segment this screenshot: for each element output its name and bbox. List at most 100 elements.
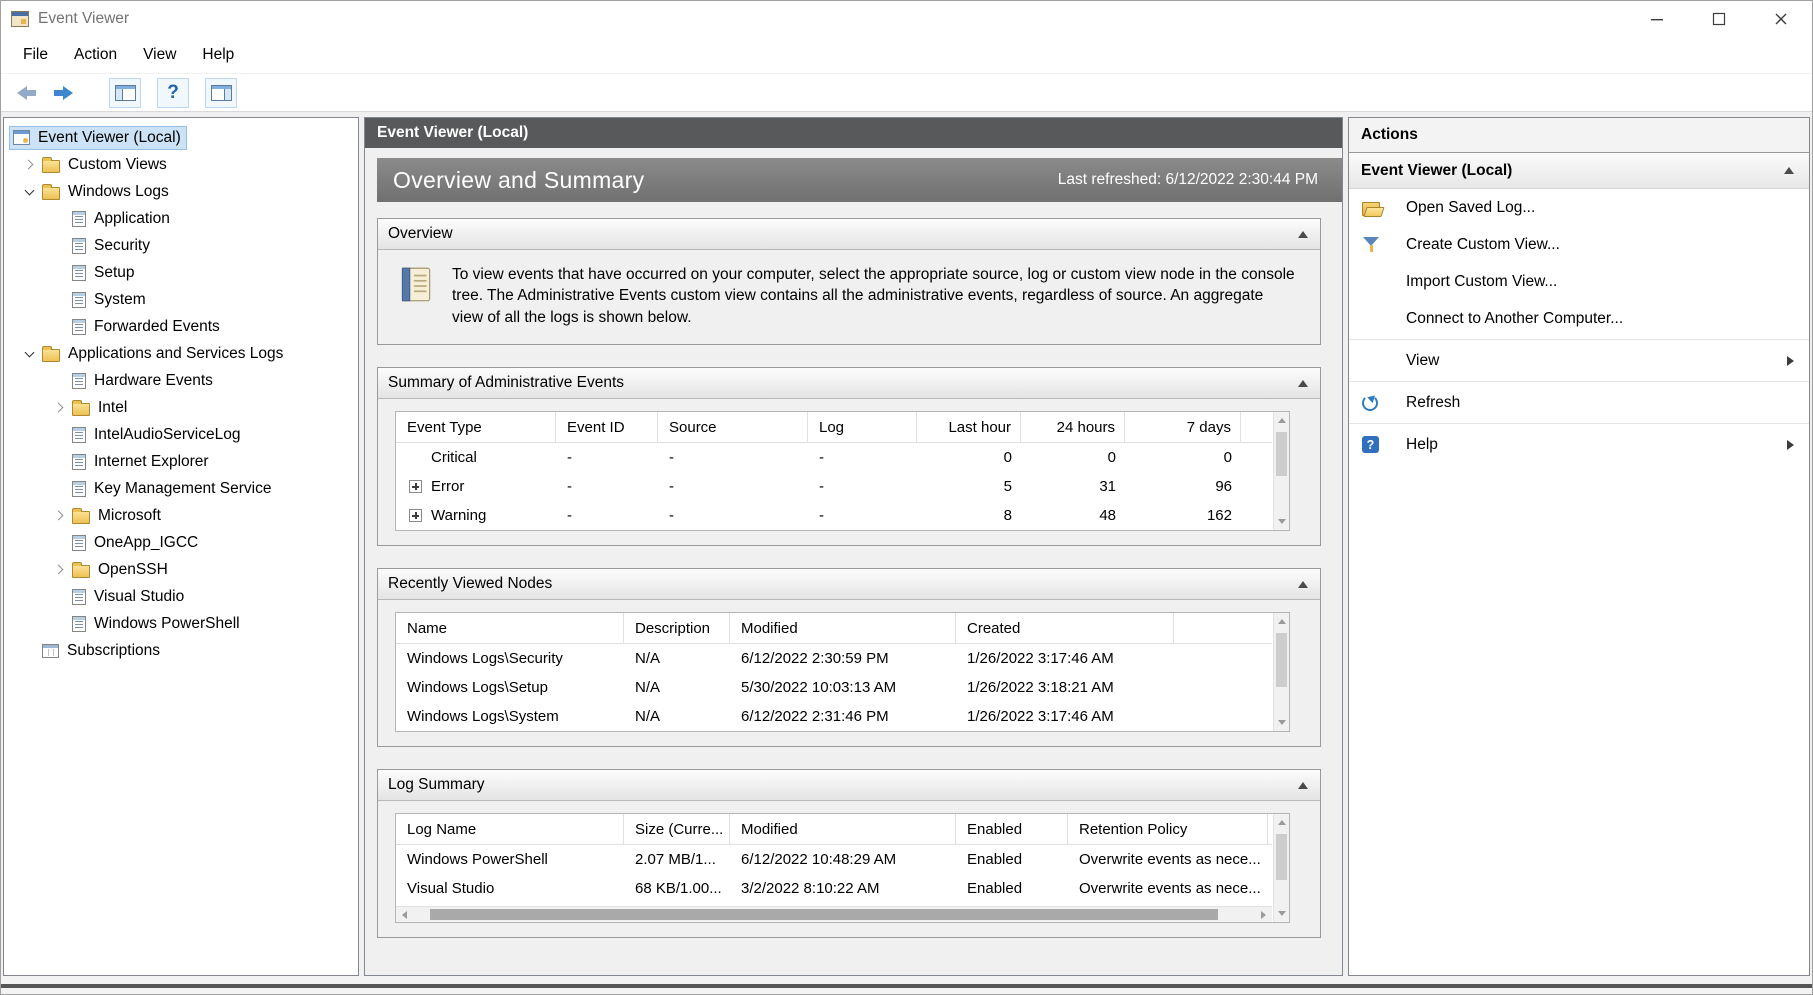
vertical-scrollbar[interactable]: [1273, 613, 1289, 731]
tree-item-microsoft[interactable]: Microsoft: [4, 502, 358, 529]
tree-item-hardware-events[interactable]: Hardware Events: [4, 367, 358, 394]
table-row[interactable]: Windows Logs\Security N/A 6/12/2022 2:30…: [396, 644, 1272, 673]
tree-item-security[interactable]: Security: [4, 232, 358, 259]
action-view[interactable]: View: [1349, 342, 1809, 379]
expand-plus-icon[interactable]: [409, 509, 422, 522]
event-viewer-window: Event Viewer File Action View Help Event…: [0, 0, 1813, 995]
tree-item-visual-studio[interactable]: Visual Studio: [4, 583, 358, 610]
overview-section-header[interactable]: Overview: [378, 219, 1320, 250]
vertical-scrollbar[interactable]: [1273, 412, 1289, 530]
column-header[interactable]: Event Type: [396, 412, 556, 442]
column-header[interactable]: Modified: [730, 613, 956, 643]
close-button[interactable]: [1750, 1, 1812, 37]
column-header[interactable]: Log Name: [396, 814, 624, 844]
tree-item-setup[interactable]: Setup: [4, 259, 358, 286]
menu-view[interactable]: View: [130, 39, 189, 71]
action-create-custom-view[interactable]: Create Custom View...: [1349, 226, 1809, 263]
actions-section-header[interactable]: Event Viewer (Local): [1349, 153, 1809, 189]
table-row-critical[interactable]: Critical - - - 0 0 0: [396, 443, 1272, 472]
tree-item-custom-views[interactable]: Custom Views: [4, 151, 358, 178]
table-row-error[interactable]: Error - - - 5 31 96: [396, 472, 1272, 501]
tree-item-applications-and-services-logs[interactable]: Applications and Services Logs: [4, 340, 358, 367]
vertical-scrollbar[interactable]: [1273, 814, 1289, 922]
chevron-right-icon[interactable]: [46, 502, 72, 529]
collapse-arrow-icon: [1298, 380, 1308, 387]
admin-events-section-header[interactable]: Summary of Administrative Events: [378, 368, 1320, 399]
action-help[interactable]: Help: [1349, 426, 1809, 463]
expand-plus-icon[interactable]: [409, 480, 422, 493]
recent-nodes-section-header[interactable]: Recently Viewed Nodes: [378, 569, 1320, 600]
action-import-custom-view[interactable]: Import Custom View...: [1349, 263, 1809, 300]
column-header[interactable]: Event ID: [556, 412, 658, 442]
column-header[interactable]: Retention Policy: [1068, 814, 1268, 844]
menu-action[interactable]: Action: [61, 39, 130, 71]
maximize-button[interactable]: [1688, 1, 1750, 37]
tree-item-windows-logs[interactable]: Windows Logs: [4, 178, 358, 205]
column-header[interactable]: Name: [396, 613, 624, 643]
tree-item-key-management-service[interactable]: Key Management Service: [4, 475, 358, 502]
log-summary-section-header[interactable]: Log Summary: [378, 770, 1320, 801]
action-label: View: [1406, 352, 1439, 370]
table-row-warning[interactable]: Warning - - - 8 48 162: [396, 501, 1272, 530]
help-toolbar-button[interactable]: [157, 78, 189, 108]
scrollbar-thumb[interactable]: [1276, 432, 1287, 476]
cell: Overwrite events as nece...: [1068, 880, 1268, 897]
column-header[interactable]: Last hour: [917, 412, 1021, 442]
tree-item-windows-powershell[interactable]: Windows PowerShell: [4, 610, 358, 637]
tree-item-intel[interactable]: Intel: [4, 394, 358, 421]
show-console-tree-button[interactable]: [109, 78, 141, 108]
column-header[interactable]: Size (Curre...: [624, 814, 730, 844]
chevron-down-icon[interactable]: [16, 178, 42, 205]
tree-item-application[interactable]: Application: [4, 205, 358, 232]
column-header[interactable]: Enabled: [956, 814, 1068, 844]
show-action-pane-button[interactable]: [205, 78, 237, 108]
cell: Visual Studio: [396, 880, 624, 897]
help-icon: [167, 82, 179, 104]
tree-item-forwarded-events[interactable]: Forwarded Events: [4, 313, 358, 340]
menu-file[interactable]: File: [10, 39, 61, 71]
tree-item-oneapp-igcc[interactable]: OneApp_IGCC: [4, 529, 358, 556]
collapse-arrow-icon: [1784, 167, 1794, 174]
tree-item-openssh[interactable]: OpenSSH: [4, 556, 358, 583]
column-header[interactable]: 7 days: [1125, 412, 1241, 442]
action-refresh[interactable]: Refresh: [1349, 384, 1809, 421]
tree-item-intelaudioservicelog[interactable]: IntelAudioServiceLog: [4, 421, 358, 448]
collapse-arrow-icon: [1298, 231, 1308, 238]
chevron-right-icon[interactable]: [16, 151, 42, 178]
tree-item-system[interactable]: System: [4, 286, 358, 313]
event-log-icon: [72, 535, 86, 551]
cell: Windows Logs\Security: [396, 650, 624, 667]
table-row[interactable]: Windows Logs\Setup N/A 5/30/2022 10:03:1…: [396, 673, 1272, 702]
table-row[interactable]: Windows PowerShell 2.07 MB/1... 6/12/202…: [396, 845, 1272, 874]
scrollbar-thumb[interactable]: [430, 909, 1218, 920]
menu-help[interactable]: Help: [189, 39, 247, 71]
minimize-icon: [1650, 12, 1664, 26]
back-button[interactable]: [11, 78, 43, 108]
tree-item-internet-explorer[interactable]: Internet Explorer: [4, 448, 358, 475]
cell: 96: [1125, 478, 1241, 495]
forward-button[interactable]: [47, 78, 79, 108]
action-open-saved-log[interactable]: Open Saved Log...: [1349, 189, 1809, 226]
column-header[interactable]: 24 hours: [1021, 412, 1125, 442]
tree-item-label: Setup: [94, 264, 135, 282]
tree-item-event-viewer-local[interactable]: Event Viewer (Local): [4, 124, 358, 151]
scrollbar-thumb[interactable]: [1276, 633, 1287, 687]
chevron-right-icon[interactable]: [46, 394, 72, 421]
column-header[interactable]: Modified: [730, 814, 956, 844]
column-header[interactable]: Source: [658, 412, 808, 442]
action-connect-to-another-computer[interactable]: Connect to Another Computer...: [1349, 300, 1809, 337]
table-row[interactable]: Windows Logs\System N/A 6/12/2022 2:31:4…: [396, 702, 1272, 731]
scrollbar-thumb[interactable]: [1276, 834, 1287, 880]
log-summary-table: Log Name Size (Curre... Modified Enabled…: [395, 813, 1290, 923]
tree-item-subscriptions[interactable]: Subscriptions: [4, 637, 358, 664]
chevron-down-icon[interactable]: [16, 340, 42, 367]
column-header[interactable]: Created: [956, 613, 1174, 643]
column-header[interactable]: Log: [808, 412, 917, 442]
table-row[interactable]: Visual Studio 68 KB/1.00... 3/2/2022 8:1…: [396, 874, 1272, 903]
action-label: Refresh: [1406, 394, 1460, 412]
horizontal-scrollbar[interactable]: [396, 906, 1272, 922]
log-summary-section: Log Summary Log Name Size (Curre... Modi…: [377, 769, 1321, 938]
chevron-right-icon[interactable]: [46, 556, 72, 583]
minimize-button[interactable]: [1626, 1, 1688, 37]
column-header[interactable]: Description: [624, 613, 730, 643]
